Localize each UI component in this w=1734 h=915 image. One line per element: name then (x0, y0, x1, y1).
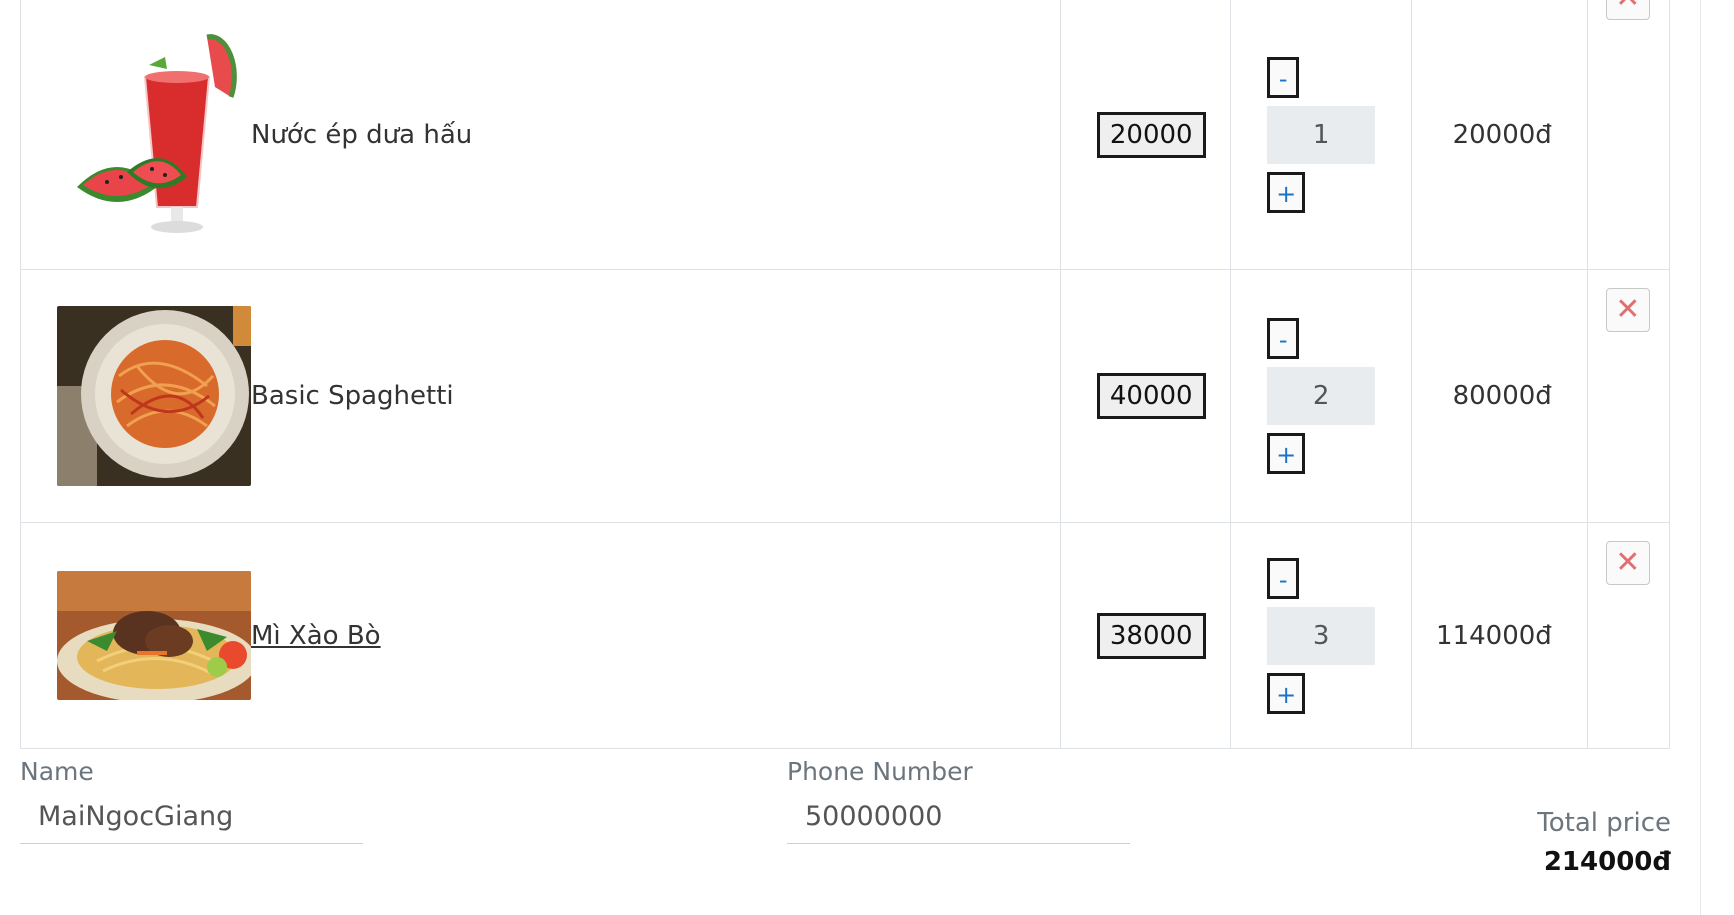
subtotal-cell: 20000đ (1410, 0, 1588, 270)
item-subtotal: 114000đ (1436, 620, 1552, 651)
name-input[interactable]: MaiNgocGiang (20, 790, 363, 844)
total-price-value: 214000đ (1543, 847, 1671, 877)
table-row: Basic Spaghetti 40000 - 2 + 80000đ ✕ (20, 269, 1671, 523)
quantity-input[interactable]: 1 (1267, 105, 1376, 164)
decrease-quantity-button[interactable]: - (1267, 318, 1300, 359)
price-cell: 40000 (1059, 269, 1232, 523)
product-cell: Basic Spaghetti (20, 269, 1061, 523)
table-row: Mì Xào Bò 38000 - 3 + 114000đ ✕ (20, 522, 1671, 749)
product-cell: Nước ép dưa hấu (20, 0, 1061, 270)
quantity-cell: - 2 + (1230, 269, 1412, 523)
product-name: Basic Spaghetti (251, 381, 454, 411)
remove-item-button[interactable]: ✕ (1605, 0, 1650, 20)
subtotal-cell: 80000đ (1410, 269, 1588, 523)
decrease-quantity-button[interactable]: - (1267, 56, 1300, 98)
decrease-quantity-button[interactable]: - (1267, 557, 1300, 599)
item-subtotal: 80000đ (1452, 381, 1552, 411)
price-cell: 38000 (1059, 522, 1232, 749)
product-name-link[interactable]: Mì Xào Bò (251, 621, 381, 651)
quantity-stepper: - 1 + (1267, 56, 1377, 213)
unit-price: 20000 (1096, 111, 1206, 158)
page-right-border (1700, 0, 1701, 915)
name-label: Name (20, 757, 94, 786)
increase-quantity-button[interactable]: + (1267, 433, 1306, 474)
quantity-input[interactable]: 2 (1267, 367, 1376, 425)
spaghetti-image (57, 306, 251, 486)
quantity-cell: - 1 + (1230, 0, 1412, 270)
delete-cell: ✕ (1586, 522, 1671, 749)
delete-cell: ✕ (1586, 0, 1671, 270)
delete-cell: ✕ (1586, 269, 1671, 523)
phone-label: Phone Number (787, 757, 973, 786)
item-subtotal: 20000đ (1452, 119, 1552, 150)
quantity-stepper: - 3 + (1267, 557, 1377, 714)
quantity-cell: - 3 + (1230, 522, 1412, 749)
increase-quantity-button[interactable]: + (1267, 171, 1306, 213)
unit-price: 38000 (1096, 612, 1206, 659)
phone-input[interactable]: 50000000 (787, 790, 1130, 844)
product-cell: Mì Xào Bò (20, 522, 1061, 749)
watermelon-juice-image (57, 27, 251, 242)
subtotal-cell: 114000đ (1410, 522, 1588, 749)
price-cell: 20000 (1059, 0, 1232, 270)
quantity-stepper: - 2 + (1267, 318, 1377, 474)
total-price-label: Total price (1537, 808, 1671, 838)
product-name: Nước ép dưa hấu (251, 119, 473, 150)
remove-item-button[interactable]: ✕ (1605, 288, 1650, 332)
beef-noodle-image (57, 571, 251, 700)
table-row: Nước ép dưa hấu 20000 - 1 + 20000đ ✕ (20, 0, 1671, 270)
quantity-input[interactable]: 3 (1267, 606, 1376, 665)
unit-price: 40000 (1096, 373, 1206, 419)
cart-table: Nước ép dưa hấu 20000 - 1 + 20000đ ✕ (20, 0, 1671, 749)
increase-quantity-button[interactable]: + (1267, 672, 1306, 714)
remove-item-button[interactable]: ✕ (1605, 541, 1650, 585)
